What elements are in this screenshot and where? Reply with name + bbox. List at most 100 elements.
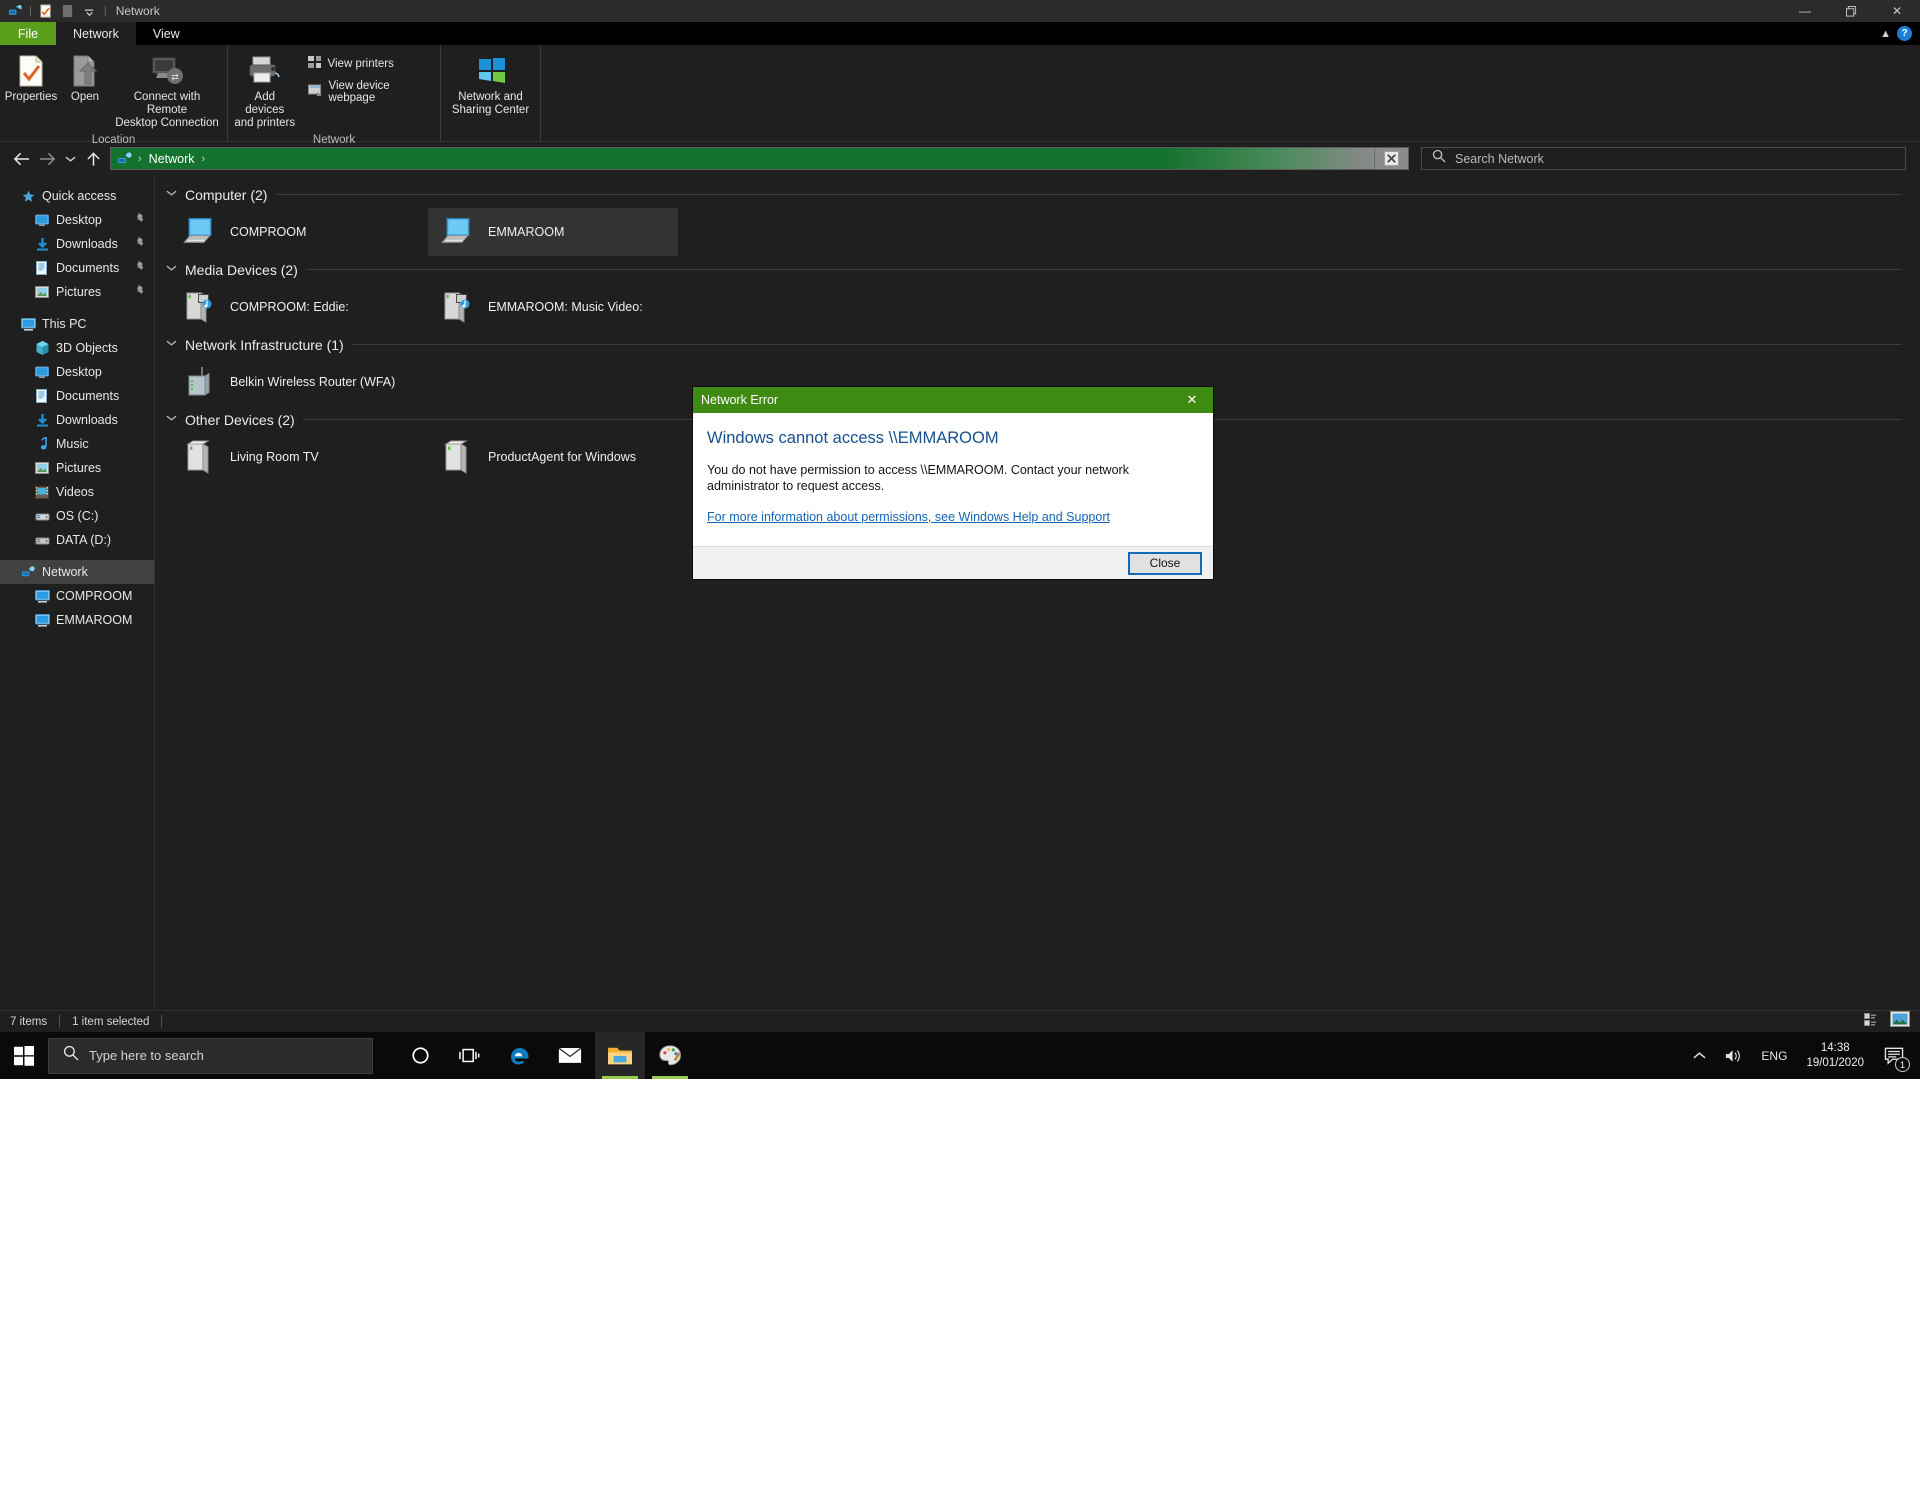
taskbar-search-input[interactable]: Type here to search — [48, 1037, 373, 1074]
breadcrumb-item-network[interactable]: Network — [146, 152, 198, 166]
back-button[interactable] — [8, 146, 34, 172]
list-item[interactable]: Belkin Wireless Router (WFA) — [170, 358, 420, 406]
sidebar-item-downloads[interactable]: Downloads — [0, 232, 154, 256]
search-input[interactable]: Search Network — [1421, 147, 1906, 170]
list-item[interactable]: COMPROOM: Eddie: — [170, 283, 420, 331]
details-view-icon[interactable] — [1864, 1012, 1882, 1032]
view-printers-button[interactable]: View printers — [302, 55, 440, 73]
content-pane[interactable]: Computer (2) COMPROOM EMMAROOM Media Dev… — [155, 175, 1920, 1021]
large-icons-view-icon[interactable] — [1890, 1011, 1910, 1032]
pin-icon[interactable] — [136, 213, 146, 227]
chevron-up-icon[interactable]: ▲ — [1880, 28, 1891, 40]
sidebar-item-this-pc[interactable]: This PC — [0, 312, 154, 336]
clear-icon[interactable] — [1374, 148, 1408, 169]
sidebar-item-downloads-pc[interactable]: Downloads — [0, 408, 154, 432]
tab-view[interactable]: View — [136, 22, 197, 45]
sidebar-item-data-d[interactable]: DATA (D:) — [0, 528, 154, 552]
chevron-down-icon[interactable] — [166, 264, 177, 275]
properties-icon[interactable] — [35, 0, 57, 22]
sidebar-item-videos[interactable]: Videos — [0, 480, 154, 504]
network-sharing-center-button[interactable]: Network and Sharing Center — [443, 49, 539, 120]
list-item[interactable]: Living Room TV — [170, 433, 420, 481]
group-rule — [275, 194, 1902, 195]
help-icon[interactable]: ? — [1897, 26, 1912, 41]
close-icon[interactable]: ✕ — [1171, 387, 1213, 413]
address-bar[interactable]: › Network › — [110, 147, 1409, 170]
list-item[interactable]: EMMAROOM: Music Video: — [428, 283, 678, 331]
breadcrumb-separator: › — [138, 152, 142, 165]
sidebar-label: Network — [42, 565, 88, 579]
chevron-down-icon[interactable] — [166, 189, 177, 200]
sidebar-item-network[interactable]: Network — [0, 560, 154, 584]
sidebar-item-comproom[interactable]: COMPROOM — [0, 584, 154, 608]
sidebar-item-3d-objects[interactable]: 3D Objects — [0, 336, 154, 360]
tab-network[interactable]: Network — [56, 22, 136, 45]
ribbon-group-location: Properties Open ⇄ Connect with Remote De… — [0, 45, 228, 146]
sidebar-item-quick-access[interactable]: Quick access — [0, 184, 154, 208]
group-header-computer[interactable]: Computer (2) — [155, 183, 1920, 206]
sidebar-label: EMMAROOM — [56, 613, 133, 627]
taskbar-search-placeholder: Type here to search — [89, 1048, 204, 1063]
chevron-down-icon[interactable] — [166, 339, 177, 350]
chevron-down-icon[interactable] — [166, 414, 177, 425]
sidebar-item-music[interactable]: Music — [0, 432, 154, 456]
open-button[interactable]: Open — [62, 49, 108, 107]
file-explorer-icon[interactable] — [595, 1032, 645, 1079]
chevron-up-icon[interactable] — [1684, 1032, 1715, 1079]
mail-icon[interactable] — [545, 1032, 595, 1079]
dropdown-icon[interactable] — [79, 0, 101, 22]
dialog-help-link[interactable]: For more information about permissions, … — [707, 510, 1110, 524]
sidebar-item-documents[interactable]: Documents — [0, 256, 154, 280]
minimize-button[interactable]: — — [1782, 0, 1828, 22]
close-button[interactable]: ✕ — [1874, 0, 1920, 22]
navigation-pane[interactable]: Quick access Desktop Downloads Documents… — [0, 175, 155, 1021]
pictures-icon — [32, 462, 52, 474]
sidebar-label: Videos — [56, 485, 94, 499]
paint-icon[interactable] — [645, 1032, 695, 1079]
sidebar-item-pictures-pc[interactable]: Pictures — [0, 456, 154, 480]
sidebar-item-os-c[interactable]: OS (C:) — [0, 504, 154, 528]
breadcrumb-separator-2[interactable]: › — [198, 153, 210, 165]
sidebar-item-desktop-pc[interactable]: Desktop — [0, 360, 154, 384]
language-indicator[interactable]: ENG — [1752, 1032, 1796, 1079]
network-sharing-center-label: Network and Sharing Center — [451, 91, 530, 116]
pin-icon[interactable] — [136, 237, 146, 251]
properties-button[interactable]: Properties — [0, 49, 62, 107]
add-devices-printers-label: Add devices and printers — [234, 91, 296, 129]
group-header-network-infrastructure[interactable]: Network Infrastructure (1) — [155, 333, 1920, 356]
sidebar-item-desktop[interactable]: Desktop — [0, 208, 154, 232]
list-item[interactable]: COMPROOM — [170, 208, 420, 256]
cortana-icon[interactable] — [395, 1032, 445, 1079]
list-item[interactable]: ProductAgent for Windows — [428, 433, 678, 481]
volume-icon[interactable] — [1715, 1032, 1752, 1079]
tab-file[interactable]: File — [0, 22, 56, 45]
view-device-webpage-button[interactable]: View device webpage — [302, 79, 440, 105]
forward-button[interactable] — [34, 146, 60, 172]
sidebar-item-documents-pc[interactable]: Documents — [0, 384, 154, 408]
blank-doc-icon[interactable] — [57, 0, 79, 22]
connect-remote-desktop-label: Connect with Remote Desktop Connection — [115, 91, 219, 129]
group-header-media-devices[interactable]: Media Devices (2) — [155, 258, 1920, 281]
close-button[interactable]: Close — [1128, 551, 1202, 575]
connect-remote-desktop-button[interactable]: ⇄ Connect with Remote Desktop Connection — [108, 49, 226, 133]
action-center-icon[interactable]: 1 — [1874, 1032, 1914, 1079]
drive-icon — [32, 510, 52, 522]
recent-locations-button[interactable] — [60, 146, 80, 172]
maximize-button[interactable] — [1828, 0, 1874, 22]
sidebar-item-pictures[interactable]: Pictures — [0, 280, 154, 304]
list-item[interactable]: EMMAROOM — [428, 208, 678, 256]
edge-icon[interactable] — [495, 1032, 545, 1079]
sidebar-item-emmaroom[interactable]: EMMAROOM — [0, 608, 154, 632]
dialog-message: You do not have permission to access \\E… — [707, 463, 1129, 493]
up-button[interactable] — [80, 146, 106, 172]
breadcrumb[interactable]: › Network › — [111, 148, 1374, 169]
network-icon[interactable] — [4, 0, 26, 22]
add-devices-printers-button[interactable]: Add devices and printers — [228, 49, 302, 133]
windows-start-icon[interactable] — [0, 1032, 48, 1079]
task-view-icon[interactable] — [445, 1032, 495, 1079]
pin-icon[interactable] — [136, 261, 146, 275]
pin-icon[interactable] — [136, 285, 146, 299]
ribbon-tab-bar: File Network View ▲ ? — [0, 22, 1920, 45]
clock[interactable]: 14:38 19/01/2020 — [1796, 1032, 1874, 1079]
